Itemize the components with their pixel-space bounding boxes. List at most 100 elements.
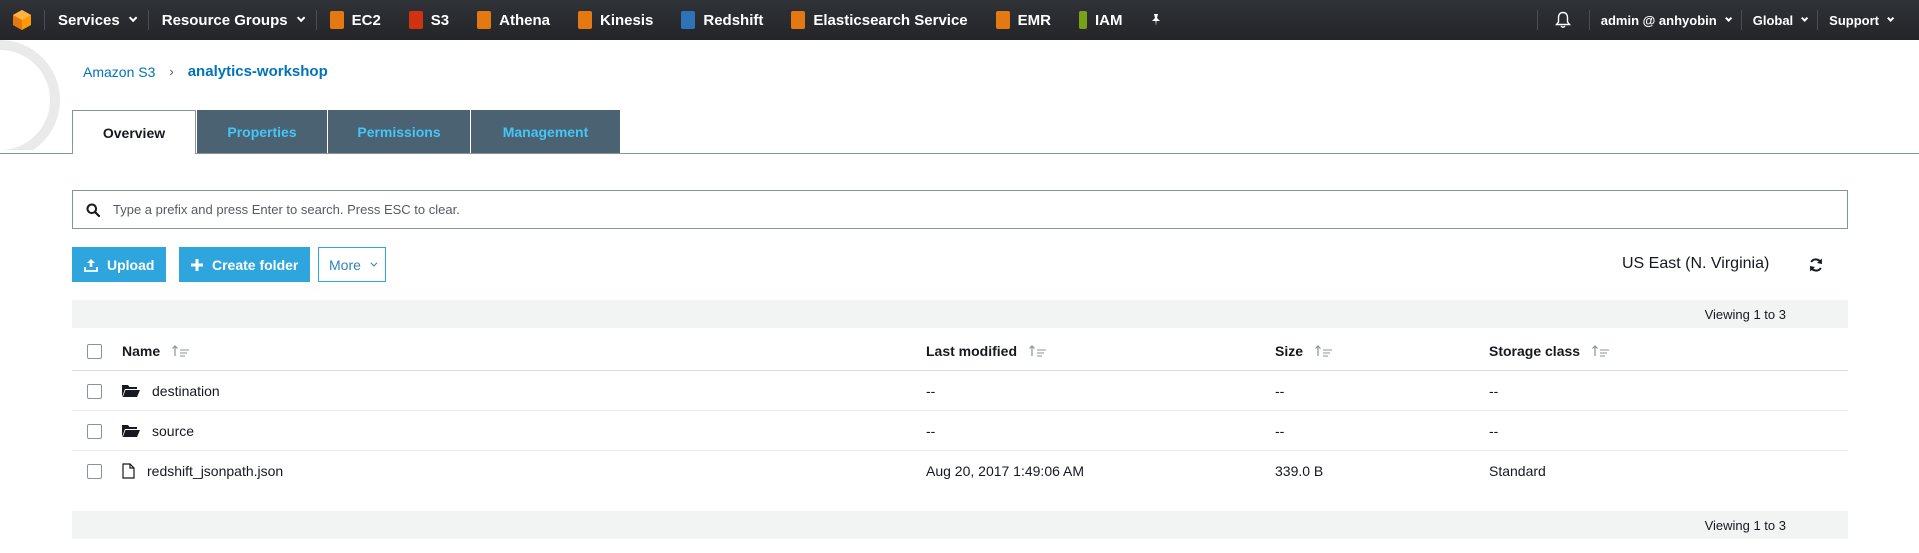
shortcut-label: EC2 (351, 11, 381, 29)
column-header-size[interactable]: Size (1275, 331, 1333, 371)
upload-label: Upload (107, 256, 155, 273)
notifications-button[interactable] (1536, 0, 1589, 40)
row-checkbox[interactable] (87, 424, 102, 439)
sort-icon (1592, 345, 1610, 357)
row-checkbox[interactable] (87, 384, 102, 399)
tab-bar: Overview Properties Permissions Manageme… (72, 110, 621, 154)
support-menu[interactable]: Support (1817, 0, 1919, 40)
column-label: Last modified (926, 343, 1018, 359)
shortcut-label: Athena (499, 11, 550, 29)
file-name-link[interactable]: redshift_jsonpath.json (147, 463, 283, 479)
file-icon (122, 463, 135, 479)
create-folder-button[interactable]: Create folder (179, 247, 311, 282)
refresh-icon (1810, 258, 1822, 272)
select-all-checkbox[interactable] (87, 344, 102, 359)
shortcut-label: IAM (1094, 11, 1123, 29)
aws-logo-icon[interactable] (0, 0, 44, 40)
table-row[interactable]: redshift_jsonpath.json Aug 20, 2017 1:49… (72, 451, 1848, 491)
plus-icon (191, 258, 203, 271)
storage-class-cell: -- (1489, 383, 1499, 399)
services-label: Services (58, 11, 120, 29)
column-header-storage-class[interactable]: Storage class (1489, 331, 1610, 371)
chevron-down-icon (1724, 14, 1732, 22)
shortcut-ec2[interactable]: EC2 (315, 0, 395, 40)
sort-icon (172, 345, 190, 357)
support-label: Support (1829, 12, 1879, 28)
pagination-bar-bottom: Viewing 1 to 3 (72, 511, 1848, 539)
column-label: Size (1275, 343, 1304, 359)
name-cell: source (122, 411, 194, 451)
folder-name-link[interactable]: destination (152, 383, 220, 399)
chevron-down-icon (296, 13, 305, 23)
search-input[interactable] (113, 202, 1813, 217)
name-cell: destination (122, 371, 220, 411)
shortcut-label: Elasticsearch Service (813, 11, 968, 29)
viewing-count: Viewing 1 to 3 (1704, 307, 1786, 322)
pagination-bar-top: Viewing 1 to 3 (72, 300, 1848, 328)
shortcut-label: Kinesis (600, 11, 654, 29)
last-modified-cell: -- (926, 383, 936, 399)
resource-groups-menu[interactable]: Resource Groups (147, 0, 316, 40)
column-label: Storage class (1489, 343, 1581, 359)
size-cell: -- (1275, 423, 1285, 439)
breadcrumb-bucket-name: analytics-workshop (187, 63, 328, 80)
ec2-icon (329, 11, 344, 29)
services-menu[interactable]: Services (44, 0, 148, 40)
shortcut-label: EMR (1017, 11, 1051, 29)
account-label: admin @ anhyobin (1600, 12, 1717, 28)
table-row[interactable]: destination -- -- -- (72, 371, 1848, 411)
shortcut-kinesis[interactable]: Kinesis (564, 0, 667, 40)
shortcut-label: Redshift (703, 11, 764, 29)
more-button[interactable]: More (318, 247, 386, 282)
shortcut-iam[interactable]: IAM (1065, 0, 1137, 40)
shortcut-redshift[interactable]: Redshift (667, 0, 777, 40)
objects-table: Name Last modified Size Storage class de… (72, 331, 1848, 491)
table-header: Name Last modified Size Storage class (72, 331, 1848, 371)
upload-button[interactable]: Upload (72, 247, 167, 282)
pin-button[interactable] (1136, 0, 1176, 40)
refresh-button[interactable] (1808, 257, 1824, 276)
tab-overview[interactable]: Overview (72, 110, 196, 154)
shortcut-athena[interactable]: Athena (463, 0, 564, 40)
column-label: Name (122, 343, 161, 359)
storage-class-cell: Standard (1489, 463, 1546, 479)
chevron-down-icon (1801, 14, 1809, 22)
shortcut-label: S3 (430, 11, 450, 29)
sort-icon (1315, 345, 1333, 357)
name-cell: redshift_jsonpath.json (122, 451, 283, 491)
tab-management[interactable]: Management (471, 110, 620, 153)
table-row[interactable]: source -- -- -- (72, 411, 1848, 451)
storage-class-cell: -- (1489, 423, 1499, 439)
column-header-name[interactable]: Name (122, 331, 190, 371)
sort-icon (1029, 345, 1047, 357)
folder-icon (122, 424, 140, 438)
size-cell: 339.0 B (1275, 463, 1324, 479)
account-menu[interactable]: admin @ anhyobin (1588, 0, 1741, 40)
elasticsearch-icon (791, 11, 806, 29)
create-folder-label: Create folder (212, 256, 299, 273)
chevron-down-icon (1887, 14, 1895, 22)
tab-permissions[interactable]: Permissions (328, 110, 470, 153)
chevron-down-icon (370, 259, 378, 267)
shortcut-emr[interactable]: EMR (982, 0, 1065, 40)
folder-name-link[interactable]: source (152, 423, 194, 439)
row-checkbox[interactable] (87, 464, 102, 479)
size-cell: -- (1275, 383, 1285, 399)
pin-icon (1152, 14, 1161, 26)
tab-properties[interactable]: Properties (197, 110, 327, 153)
nav-right: admin @ anhyobin Global Support (1536, 0, 1919, 40)
upload-icon (84, 258, 98, 272)
column-header-last-modified[interactable]: Last modified (926, 331, 1047, 371)
s3-icon (408, 11, 423, 29)
region-label: US East (N. Virginia) (1622, 255, 1770, 272)
kinesis-icon (578, 11, 592, 29)
chevron-down-icon (128, 13, 138, 23)
shortcut-elasticsearch[interactable]: Elasticsearch Service (777, 0, 981, 40)
breadcrumb: Amazon S3 › analytics-workshop (83, 63, 328, 80)
region-menu[interactable]: Global (1740, 0, 1817, 40)
viewing-count: Viewing 1 to 3 (1704, 518, 1786, 533)
search-icon (73, 203, 113, 217)
last-modified-cell: Aug 20, 2017 1:49:06 AM (926, 463, 1085, 479)
shortcut-s3[interactable]: S3 (395, 0, 463, 40)
breadcrumb-amazon-s3-link[interactable]: Amazon S3 (83, 64, 155, 80)
